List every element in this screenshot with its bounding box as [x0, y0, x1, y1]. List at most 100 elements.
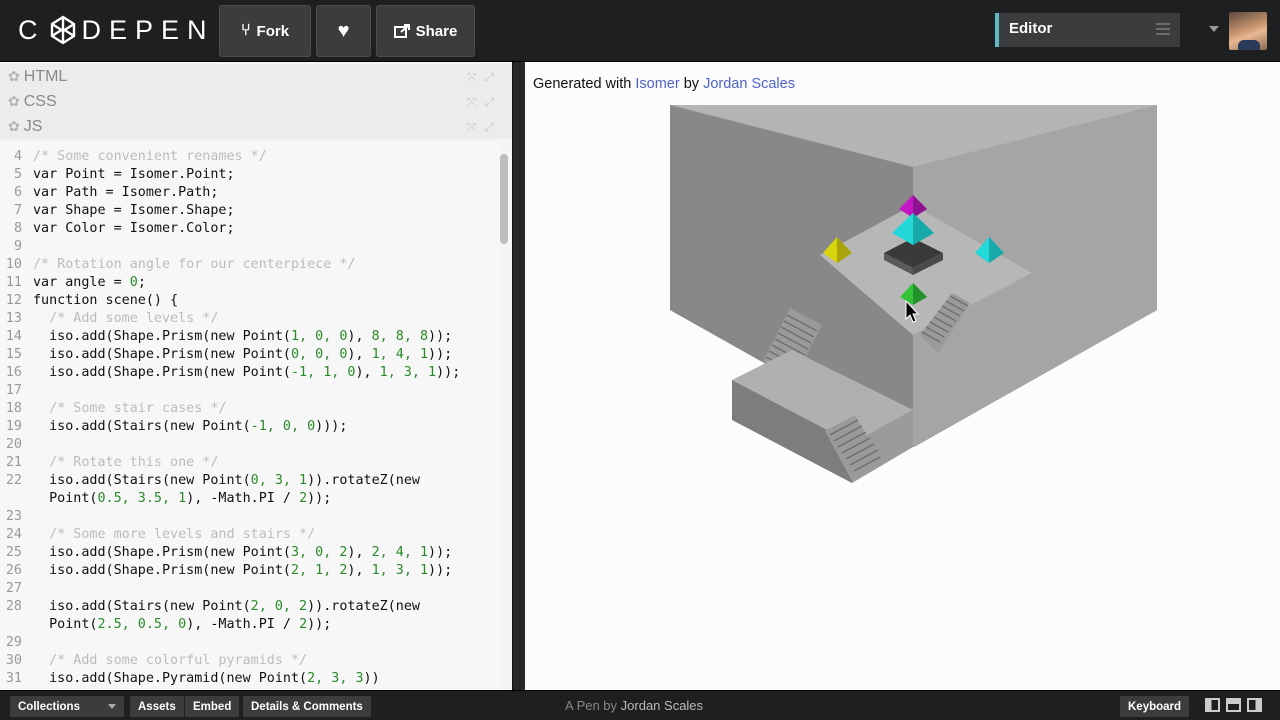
- bottom-bar: Collections Assets Embed Details & Comme…: [0, 690, 1280, 720]
- embed-label: Embed: [193, 700, 232, 713]
- collapse-expand-icons[interactable]: ⤧⤢: [467, 120, 502, 135]
- line-number: 4: [13, 149, 22, 164]
- code-text: var Color = Isomer.Color;: [33, 220, 235, 238]
- gen-mid: by: [679, 76, 704, 92]
- code-text: iso.add(Stairs(new Point(2, 0, 2)).rotat…: [33, 598, 420, 616]
- line-number: 23: [5, 509, 22, 524]
- code-token: 2: [299, 491, 308, 506]
- code-token: ), -Math.PI /: [186, 617, 300, 632]
- author-link[interactable]: Jordan Scales: [703, 76, 795, 92]
- codepen-logo[interactable]: C DEPEN: [18, 14, 215, 46]
- code-token: iso.add(Shape.Prism(new Point(: [33, 347, 291, 362]
- avatar[interactable]: [1229, 12, 1267, 50]
- preview-panel: Generated with Isomer by Jordan Scales: [525, 62, 1280, 690]
- gen-prefix: Generated with: [533, 76, 636, 92]
- gear-icon[interactable]: ✿: [8, 68, 20, 85]
- pen-credit: A Pen by Jordan Scales: [565, 698, 703, 713]
- code-text: iso.add(Shape.Prism(new Point(3, 0, 2), …: [33, 544, 452, 562]
- code-token: 2.5, 0.5, 0: [97, 617, 187, 632]
- code-token: )): [363, 671, 380, 686]
- panel-resize-handle[interactable]: [512, 62, 525, 690]
- codepen-cube-icon: [50, 15, 75, 45]
- assets-button[interactable]: Assets: [130, 696, 184, 717]
- credit-prefix: A Pen by: [565, 698, 621, 713]
- html-section-header[interactable]: ✿ HTML ⤧⤢: [0, 64, 512, 89]
- code-text: iso.add(Shape.Pyramid(new Point(2, 3, 3)…: [33, 670, 380, 688]
- code-token: -1, 0, 0: [250, 419, 316, 434]
- code-token: )).rotateZ(new: [307, 599, 420, 614]
- code-token: ));: [307, 617, 332, 632]
- isometric-scene: [670, 105, 1157, 483]
- code-token: /* Add some levels */: [33, 311, 219, 326]
- line-number: 13: [5, 311, 22, 326]
- line-number: 30: [5, 653, 22, 668]
- line-number: 20: [5, 437, 22, 452]
- code-text: var Path = Isomer.Path;: [33, 184, 218, 202]
- code-token: ),: [347, 563, 372, 578]
- js-code-editor[interactable]: 4 /* Some convenient renames */ 5 var Point…: [0, 142, 500, 690]
- isomer-link[interactable]: Isomer: [635, 76, 679, 92]
- code-token: iso.add(Shape.Prism(new Point(: [33, 329, 291, 344]
- js-section-header[interactable]: ✿ JS ⤧⤢: [0, 114, 512, 139]
- css-section-header[interactable]: ✿ CSS ⤧⤢: [0, 89, 512, 114]
- code-token: ));: [428, 563, 453, 578]
- line-number: 31: [5, 671, 22, 686]
- keyboard-button[interactable]: Keyboard: [1120, 696, 1190, 717]
- user-menu-chevron-down-icon[interactable]: [1209, 26, 1219, 32]
- code-token: var angle =: [33, 275, 130, 290]
- code-token: iso.add(Shape.Prism(new Point(: [33, 365, 291, 380]
- line-number: 19: [5, 419, 22, 434]
- code-token: ), -Math.PI /: [186, 491, 300, 506]
- collapse-expand-icons[interactable]: ⤧⤢: [467, 70, 502, 85]
- embed-button[interactable]: Embed: [185, 696, 240, 717]
- view-select[interactable]: Editor: [995, 13, 1180, 47]
- code-token: -1, 1, 0: [290, 365, 356, 380]
- code-token: 2, 3, 3: [307, 671, 364, 686]
- code-scrollbar[interactable]: [500, 154, 508, 244]
- line-number: 25: [5, 545, 22, 560]
- code-token: 3, 0, 2: [290, 545, 348, 560]
- code-token: ));: [307, 491, 332, 506]
- share-label: Share: [415, 22, 458, 40]
- code-token: var Path = Isomer.Path;: [33, 185, 219, 200]
- credit-author-link[interactable]: Jordan Scales: [621, 698, 703, 713]
- code-token: ),: [347, 545, 372, 560]
- line-number: 12: [5, 293, 22, 308]
- js-section-label: JS: [23, 117, 43, 135]
- code-token: 2: [299, 617, 308, 632]
- details-comments-button[interactable]: Details & Comments: [243, 696, 371, 717]
- gear-icon[interactable]: ✿: [8, 93, 20, 110]
- share-button[interactable]: Share: [376, 5, 475, 57]
- code-text: iso.add(Shape.Prism(new Point(0, 0, 0), …: [33, 346, 452, 364]
- code-token: iso.add(Stairs(new Point(: [33, 419, 251, 434]
- code-token: 2, 1, 2: [290, 563, 348, 578]
- layout-switcher: [1205, 698, 1262, 712]
- line-number: 5: [13, 167, 22, 182]
- line-number: 18: [5, 401, 22, 416]
- code-text: iso.add(Stairs(new Point(0, 3, 1)).rotat…: [33, 472, 420, 490]
- code-token: /* Rotate this one */: [33, 455, 219, 470]
- collections-label: Collections: [18, 700, 80, 713]
- collections-button[interactable]: Collections: [10, 696, 124, 717]
- gear-icon[interactable]: ✿: [8, 118, 20, 135]
- layout-right-icon[interactable]: [1247, 698, 1262, 712]
- code-token: 1, 3, 1: [379, 365, 437, 380]
- code-text: /* Rotation angle for our centerpiece */: [33, 256, 355, 274]
- assets-label: Assets: [138, 700, 176, 713]
- code-text: iso.add(Shape.Prism(new Point(2, 1, 2), …: [33, 562, 452, 580]
- collapse-expand-icons[interactable]: ⤧⤢: [467, 95, 502, 110]
- fork-icon: ⑂: [240, 22, 251, 39]
- code-token: /* Some convenient renames */: [33, 149, 267, 164]
- heart-button[interactable]: ♥: [316, 5, 371, 57]
- code-text: var angle = 0;: [33, 274, 146, 292]
- layout-top-icon[interactable]: [1226, 698, 1241, 712]
- fork-label: Fork: [256, 22, 290, 40]
- code-text: /* Some stair cases */: [33, 400, 226, 418]
- code-token: var Shape = Isomer.Shape;: [33, 203, 235, 218]
- code-token: 2, 4, 1: [371, 545, 429, 560]
- code-text: /* Some convenient renames */: [33, 148, 267, 166]
- layout-left-icon[interactable]: [1205, 698, 1220, 712]
- code-token: Point(: [33, 617, 98, 632]
- fork-button[interactable]: ⑂ Fork: [219, 5, 311, 57]
- code-token: ));: [436, 365, 461, 380]
